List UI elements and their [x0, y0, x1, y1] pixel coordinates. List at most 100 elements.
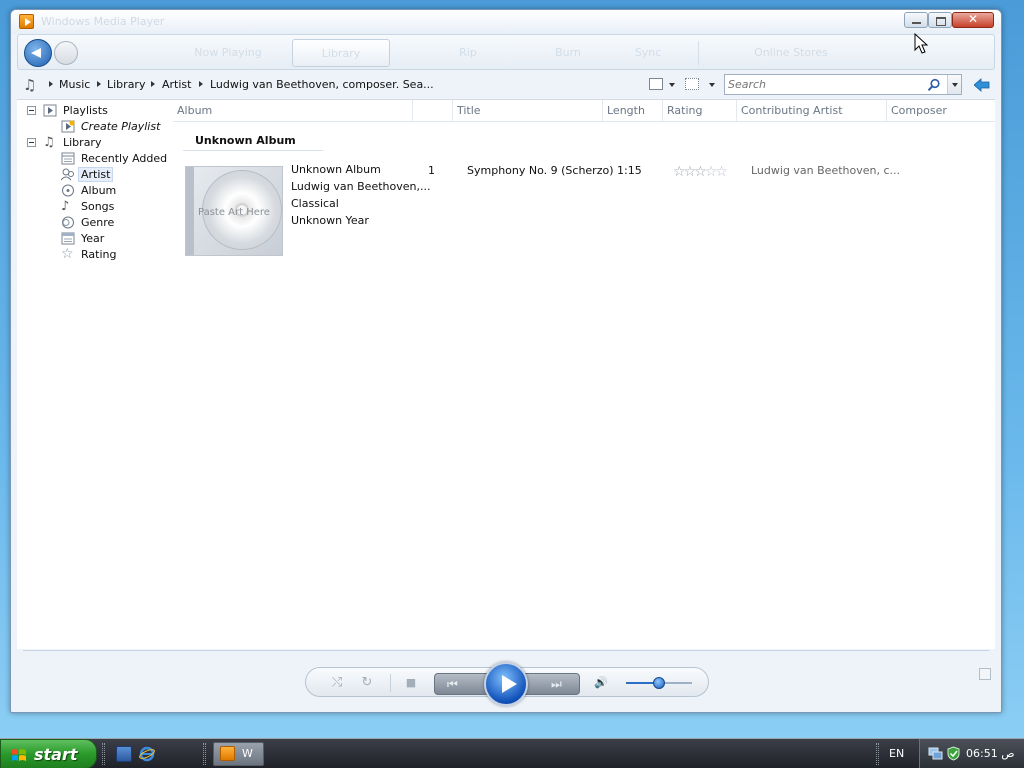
- rating-star-icon[interactable]: ☆: [694, 164, 706, 180]
- column-header-track-number[interactable]: [413, 100, 453, 121]
- rating-star-icon[interactable]: ☆: [684, 164, 696, 180]
- album-info-year[interactable]: Unknown Year: [291, 214, 369, 227]
- rating-star-icon[interactable]: ☆: [673, 164, 685, 180]
- desktop-icon[interactable]: [0, 6, 10, 16]
- volume-slider[interactable]: [626, 677, 692, 689]
- taskbar-media-player-button[interactable]: W: [213, 742, 264, 766]
- start-label: start: [34, 745, 78, 764]
- contributing-artist[interactable]: Ludwig van Beethoven, c...: [751, 164, 900, 177]
- column-header-composer[interactable]: Composer: [887, 100, 995, 121]
- maximize-button[interactable]: [928, 12, 952, 28]
- column-header-title[interactable]: Title: [453, 100, 603, 121]
- search-input[interactable]: [728, 77, 928, 92]
- recently-added-icon: [61, 152, 75, 165]
- back-button[interactable]: [24, 39, 52, 67]
- breadcrumb-arrow-icon[interactable]: [97, 81, 101, 87]
- security-shield-icon[interactable]: [946, 746, 961, 761]
- switch-to-now-playing-icon[interactable]: [979, 668, 991, 680]
- track-title[interactable]: Symphony No. 9 (Scherzo): [467, 164, 614, 177]
- header-divider: [173, 121, 995, 122]
- rating-star-icon[interactable]: ☆: [705, 164, 717, 180]
- close-button[interactable]: ✕: [952, 12, 994, 28]
- media-player-task-icon: [220, 746, 235, 761]
- search-dropdown-button[interactable]: [947, 75, 961, 94]
- control-separator: [390, 674, 391, 692]
- breadcrumb-arrow-icon[interactable]: [151, 81, 155, 87]
- taskbar-grip[interactable]: [876, 743, 879, 765]
- playback-controls: ⤭ ↻ ■ ⏮ ⏭ 🔊: [305, 662, 709, 706]
- rating-star-icon[interactable]: ☆: [715, 164, 727, 180]
- year-icon: [61, 232, 75, 245]
- clock[interactable]: 06:51 ص: [966, 747, 1015, 760]
- previous-icon[interactable]: ⏮: [447, 677, 458, 692]
- album-info-artist[interactable]: Ludwig van Beethoven,...: [291, 180, 430, 193]
- taskbar: start W EN 06:51 ص: [0, 738, 1024, 768]
- mouse-cursor-icon: [914, 33, 929, 54]
- title-bar[interactable]: Windows Media Player ✕: [11, 10, 1001, 34]
- column-header-rating[interactable]: Rating: [663, 100, 737, 121]
- nav-separator: [698, 41, 699, 65]
- search-box: [724, 74, 962, 95]
- layout-options-icon[interactable]: [685, 78, 699, 90]
- start-button[interactable]: start: [0, 739, 97, 768]
- album-group-title: Unknown Album: [195, 134, 296, 147]
- stop-icon[interactable]: ■: [404, 676, 418, 690]
- resize-grip-icon[interactable]: [979, 688, 991, 700]
- column-header-contributing-artist[interactable]: Contributing Artist: [737, 100, 887, 121]
- media-player-app-icon: [19, 14, 34, 29]
- volume-thumb[interactable]: [653, 677, 665, 689]
- mute-icon[interactable]: 🔊: [594, 676, 608, 690]
- tab-online-stores[interactable]: Online Stores: [736, 39, 846, 67]
- taskbar-grip[interactable]: [102, 743, 105, 765]
- taskbar-grip[interactable]: [203, 743, 206, 765]
- forward-button[interactable]: [54, 41, 78, 65]
- album-info-genre[interactable]: Classical: [291, 197, 339, 210]
- next-icon[interactable]: ⏭: [551, 677, 562, 692]
- play-button[interactable]: [484, 662, 528, 706]
- chevron-down-icon[interactable]: [669, 83, 675, 87]
- collapse-library-icon[interactable]: [27, 138, 36, 147]
- artist-icon: [61, 168, 74, 181]
- media-player-window: Windows Media Player ✕ Now Playing Libra…: [10, 9, 1002, 713]
- tab-now-playing[interactable]: Now Playing: [178, 39, 278, 67]
- column-header-album[interactable]: Album: [173, 100, 413, 121]
- music-note-icon: ♫: [43, 135, 55, 150]
- songs-icon: ♪: [61, 199, 70, 214]
- track-number[interactable]: 1: [428, 164, 435, 177]
- tab-library[interactable]: Library: [292, 39, 390, 67]
- system-tray: 06:51 ص: [919, 739, 1024, 768]
- tab-rip[interactable]: Rip: [418, 39, 518, 67]
- column-header-length[interactable]: Length: [603, 100, 663, 121]
- address-bar: ♫ Music Library Artist Ludwig van Beetho…: [17, 72, 995, 98]
- breadcrumb-library[interactable]: Library: [107, 78, 145, 91]
- windows-flag-icon: [12, 749, 26, 761]
- language-indicator[interactable]: EN: [889, 747, 904, 760]
- breadcrumb-music[interactable]: Music: [59, 78, 90, 91]
- shuffle-icon[interactable]: ⤭: [330, 676, 344, 690]
- minimize-button[interactable]: [904, 12, 928, 28]
- controls-divider: [23, 650, 989, 651]
- breadcrumb-arrow-icon[interactable]: [199, 81, 203, 87]
- window-title: Windows Media Player: [41, 15, 165, 28]
- show-desktop-icon[interactable]: [116, 746, 132, 762]
- tab-sync[interactable]: Sync: [598, 39, 698, 67]
- rating-stars[interactable]: ☆☆☆☆☆: [673, 164, 728, 180]
- repeat-icon[interactable]: ↻: [360, 676, 374, 690]
- chevron-down-icon[interactable]: [709, 83, 715, 87]
- group-divider: [183, 150, 323, 151]
- breadcrumb-artist[interactable]: Artist: [162, 78, 191, 91]
- breadcrumb-arrow-icon[interactable]: [49, 81, 53, 87]
- view-options-icon[interactable]: [649, 78, 663, 90]
- track-length[interactable]: 1:15: [617, 164, 642, 177]
- arrow-left-icon[interactable]: [974, 78, 990, 92]
- network-icon[interactable]: [928, 746, 943, 761]
- collapse-playlists-icon[interactable]: [27, 106, 36, 115]
- search-icon[interactable]: [927, 78, 941, 92]
- track-grid: Album Title Length Rating Contributing A…: [173, 100, 995, 649]
- navigation-bar: Now Playing Library Rip Burn Sync Online…: [17, 34, 995, 70]
- album-art[interactable]: Paste Art Here: [185, 166, 283, 256]
- breadcrumb-current[interactable]: Ludwig van Beethoven, composer. Sea...: [210, 78, 434, 91]
- library-content: Playlists Create Playlist ♫ Library Rece…: [17, 99, 995, 649]
- internet-explorer-icon[interactable]: [139, 746, 155, 762]
- album-info-name[interactable]: Unknown Album: [291, 163, 381, 176]
